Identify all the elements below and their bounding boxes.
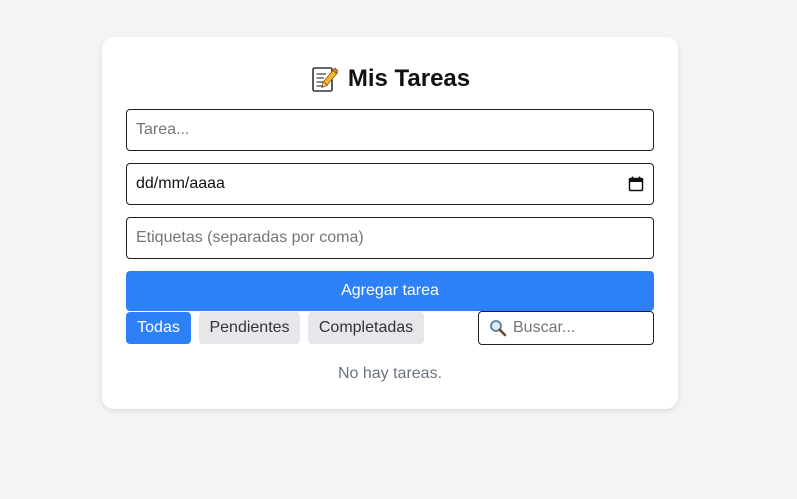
page-title-text: Mis Tareas [347,65,471,92]
page-title: Mis Tareas [102,64,678,94]
calendar-icon[interactable] [628,176,644,192]
tags-input[interactable]: Etiquetas (separadas por coma) [126,217,654,259]
empty-state-message: No hay tareas. [337,365,443,382]
tags-input-placeholder: Etiquetas (separadas por coma) [136,229,364,246]
task-card: Mis Tareas Tarea... dd/mm/aaaa Etiquetas… [102,37,678,409]
filter-pending-button[interactable]: Pendientes [199,312,300,344]
task-input-placeholder: Tarea... [136,121,190,138]
date-input-value: dd/mm/aaaa [136,175,225,192]
date-input[interactable]: dd/mm/aaaa [126,163,654,205]
filter-all-button[interactable]: Todas [126,312,191,344]
filter-completed-button[interactable]: Completadas [308,312,424,344]
search-input[interactable]: Buscar... [478,311,654,345]
memo-icon [312,67,338,92]
add-task-button[interactable]: Agregar tarea [126,271,654,311]
search-icon [490,320,507,337]
search-placeholder: Buscar... [513,319,576,336]
task-input[interactable]: Tarea... [126,109,654,151]
